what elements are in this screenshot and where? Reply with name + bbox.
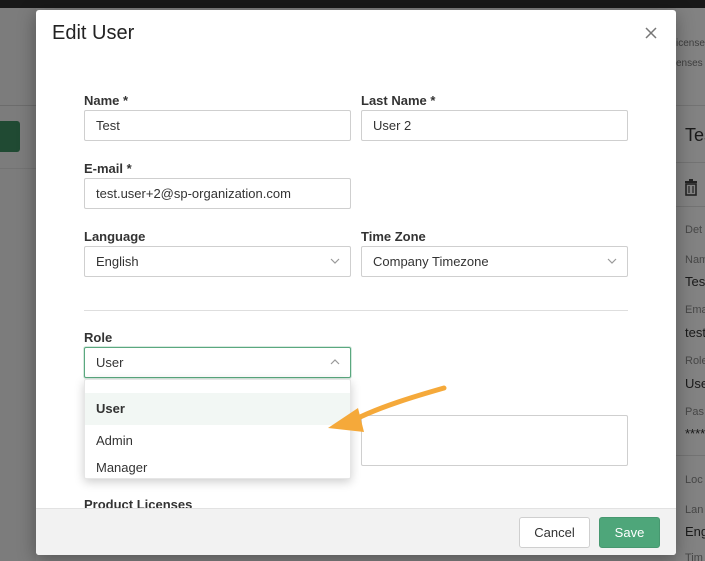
modal-title: Edit User — [52, 22, 135, 44]
chevron-down-icon — [330, 258, 340, 264]
role-dropdown-menu: User Admin Manager — [84, 379, 351, 479]
name-label: Name * — [84, 93, 129, 108]
role-label: Role — [84, 330, 113, 345]
email-input[interactable] — [84, 178, 351, 209]
time-zone-label: Time Zone — [361, 229, 426, 244]
time-zone-select[interactable]: Company Timezone — [361, 246, 628, 277]
role-option-user[interactable]: User — [85, 393, 350, 425]
chevron-up-icon — [330, 359, 340, 365]
role-option-admin[interactable]: Admin — [85, 425, 350, 457]
language-select-value: English — [96, 254, 139, 269]
time-zone-select-value: Company Timezone — [373, 254, 489, 269]
close-icon — [645, 27, 657, 39]
annotation-arrow-icon — [328, 385, 447, 432]
close-button[interactable] — [642, 24, 660, 42]
modal-footer: Cancel Save — [36, 508, 676, 555]
last-name-label: Last Name * — [361, 93, 436, 108]
email-label: E-mail * — [84, 161, 132, 176]
language-select[interactable]: English — [84, 246, 351, 277]
cancel-button[interactable]: Cancel — [519, 517, 590, 548]
last-name-input[interactable] — [361, 110, 628, 141]
save-button[interactable]: Save — [599, 517, 660, 548]
role-option-manager[interactable]: Manager — [85, 457, 350, 479]
chevron-down-icon — [607, 258, 617, 264]
section-divider — [84, 310, 628, 311]
name-input[interactable] — [84, 110, 351, 141]
edit-user-modal: Edit User Name * Last Name * E-mail * La… — [36, 10, 676, 555]
role-select[interactable]: User — [84, 347, 351, 378]
language-label: Language — [84, 229, 146, 244]
role-select-value: User — [96, 355, 124, 370]
